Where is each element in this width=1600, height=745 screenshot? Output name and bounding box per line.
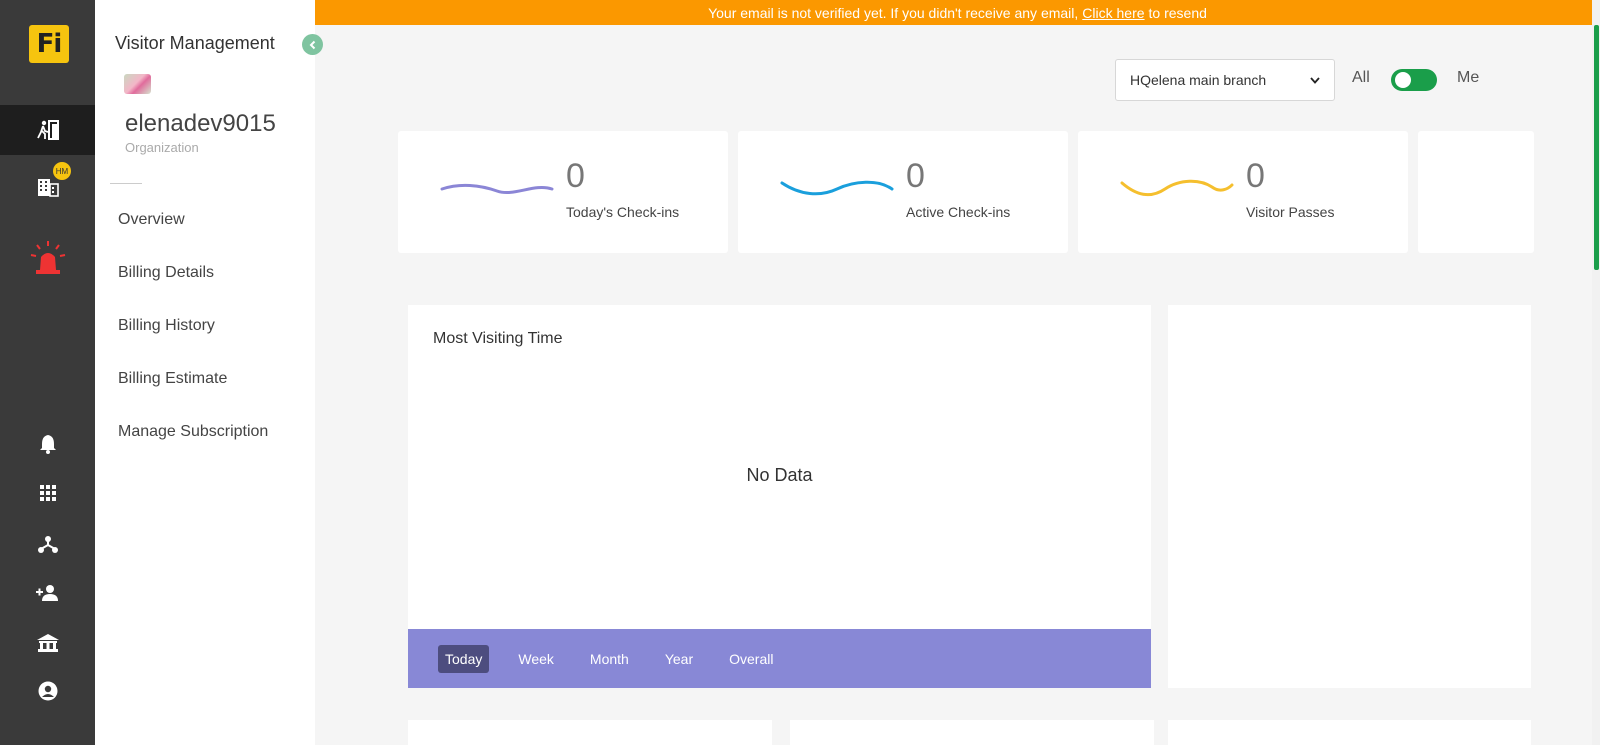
rail-item-account[interactable] (0, 680, 95, 702)
filter-all-label: All (1352, 69, 1370, 86)
add-user-icon (35, 585, 58, 601)
visitor-checkin-icon (36, 120, 59, 140)
empty-state-text: No Data (746, 465, 813, 485)
sidebar-item-billing-history[interactable]: Billing History (118, 317, 215, 335)
rail-badge: HM (53, 162, 71, 180)
branch-select-value: HQelena main branch (1130, 72, 1267, 88)
chevron-down-icon (1310, 76, 1320, 84)
stat-card-partial (1418, 131, 1534, 253)
rail-item-visitor-checkin[interactable] (0, 105, 95, 155)
institution-icon (36, 634, 59, 652)
organization-subtitle: Organization (125, 140, 199, 155)
building-icon (37, 179, 59, 197)
stat-value: 0 (566, 157, 585, 195)
stat-label: Today's Check-ins (566, 204, 680, 220)
app-rail: Fi HM (0, 0, 95, 745)
stat-card-active-checkins: 0 Active Check-ins (738, 131, 1068, 253)
scrollbar-thumb[interactable] (1594, 25, 1599, 270)
rail-item-emergency[interactable] (0, 238, 95, 278)
chevron-left-icon (309, 40, 315, 49)
side-panel (1168, 305, 1531, 688)
app-logo[interactable]: Fi (29, 25, 69, 63)
banner-text-after: to resend (1148, 4, 1207, 21)
account-icon (38, 681, 57, 701)
stat-label: Visitor Passes (1246, 204, 1335, 220)
stat-card-todays-checkins: 0 Today's Check-ins (398, 131, 728, 253)
siren-icon (30, 241, 65, 274)
branch-select[interactable]: HQelena main branch (1115, 59, 1335, 101)
organization-name: elenadev9015 (125, 110, 276, 137)
wave-icon (780, 180, 894, 196)
period-selector: Today Week Month Year Overall (408, 629, 1151, 688)
wave-icon (1120, 179, 1234, 197)
sidebar-title: Visitor Management (115, 33, 275, 53)
stat-card-visitor-passes: 0 Visitor Passes (1078, 131, 1408, 253)
period-month[interactable]: Month (583, 645, 636, 673)
panel-title: Most Visiting Time (433, 330, 563, 347)
wave-icon (440, 183, 554, 194)
email-verification-banner: Your email is not verified yet. If you d… (315, 0, 1600, 25)
rail-item-hierarchy[interactable] (0, 533, 95, 555)
banner-text: Your email is not verified yet. If you d… (708, 4, 1079, 21)
bottom-card-1 (408, 720, 772, 745)
rail-item-add-user[interactable] (0, 582, 95, 604)
rail-item-building[interactable] (0, 172, 95, 202)
period-year[interactable]: Year (658, 645, 700, 673)
period-today[interactable]: Today (438, 644, 490, 673)
bottom-card-3 (1168, 720, 1531, 745)
period-overall[interactable]: Overall (722, 645, 780, 673)
toggle-knob (1395, 72, 1411, 88)
sidebar-item-billing-details[interactable]: Billing Details (118, 264, 214, 282)
period-week[interactable]: Week (511, 645, 561, 673)
bell-icon (39, 435, 56, 454)
sidebar-divider (110, 183, 142, 184)
all-me-toggle[interactable] (1391, 69, 1437, 91)
rail-item-notifications[interactable] (0, 432, 95, 456)
stat-value: 0 (1246, 157, 1265, 195)
sidebar-item-manage-subscription[interactable]: Manage Subscription (118, 423, 268, 441)
rail-item-apps[interactable] (0, 483, 95, 503)
secondary-sidebar: Visitor Management elenadev9015 Organiza… (95, 0, 315, 745)
sidebar-collapse-button[interactable] (302, 34, 323, 55)
bottom-card-2 (790, 720, 1154, 745)
sidebar-item-overview[interactable]: Overview (118, 211, 185, 229)
apps-grid-icon (39, 485, 56, 501)
filter-me-label: Me (1457, 69, 1480, 86)
logo-text: Fi (36, 29, 63, 59)
rail-item-institution[interactable] (0, 632, 95, 654)
organization-avatar (124, 74, 151, 94)
sidebar-item-billing-estimate[interactable]: Billing Estimate (118, 370, 227, 388)
most-visiting-time-panel: Most Visiting Time No Data Today Week Mo… (408, 305, 1151, 688)
stat-value: 0 (906, 157, 925, 195)
stat-label: Active Check-ins (906, 204, 1011, 220)
hierarchy-icon (37, 536, 58, 553)
resend-link[interactable]: Click here (1082, 5, 1144, 21)
